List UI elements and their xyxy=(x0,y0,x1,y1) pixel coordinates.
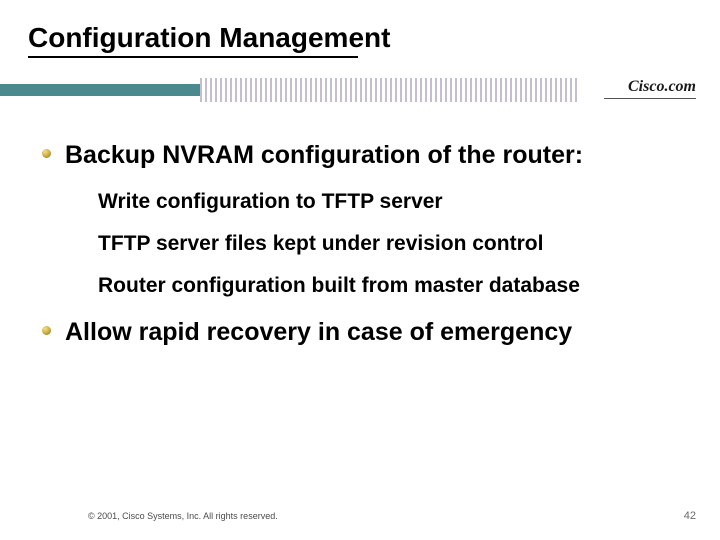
divider-band-stripes xyxy=(200,78,580,102)
bullet-text: Allow rapid recovery in case of emergenc… xyxy=(65,317,572,348)
cisco-logo-underline xyxy=(604,98,696,99)
bullet-item: Allow rapid recovery in case of emergenc… xyxy=(42,317,690,348)
content-area: Backup NVRAM configuration of the router… xyxy=(42,140,690,366)
slide-title: Configuration Management xyxy=(28,22,720,54)
title-underline xyxy=(28,56,358,58)
bullet-icon xyxy=(42,326,51,335)
copyright-text: © 2001, Cisco Systems, Inc. All rights r… xyxy=(88,511,278,521)
bullet-text: Backup NVRAM configuration of the router… xyxy=(65,140,583,171)
divider-band xyxy=(0,78,720,106)
footer: © 2001, Cisco Systems, Inc. All rights r… xyxy=(88,510,696,522)
title-area: Configuration Management xyxy=(0,0,720,64)
sub-item: Write configuration to TFTP server xyxy=(98,189,690,215)
sub-list: Write configuration to TFTP server TFTP … xyxy=(98,189,690,300)
sub-item: Router configuration built from master d… xyxy=(98,273,690,299)
page-number: 42 xyxy=(684,510,696,522)
bullet-item: Backup NVRAM configuration of the router… xyxy=(42,140,690,171)
divider-band-teal xyxy=(0,84,200,96)
cisco-logo-text: Cisco.com xyxy=(628,78,696,96)
bullet-icon xyxy=(42,149,51,158)
sub-item: TFTP server files kept under revision co… xyxy=(98,231,690,257)
